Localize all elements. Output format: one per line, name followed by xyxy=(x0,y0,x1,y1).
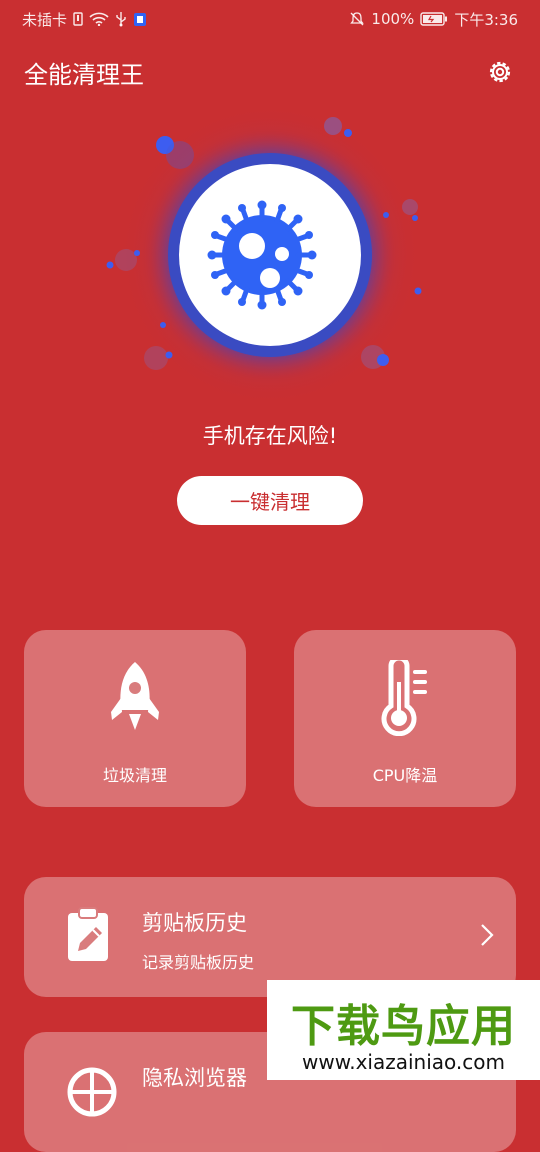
tile-junk-clean[interactable]: 垃圾清理 xyxy=(24,630,246,807)
status-right: 100% 下午3:36 xyxy=(349,9,518,30)
risk-status-text: 手机存在风险! xyxy=(202,424,338,448)
notification-icon xyxy=(133,11,147,27)
card-subtitle-clipboard: 记录剪贴板历史 xyxy=(142,953,255,972)
thermometer-icon xyxy=(381,660,427,736)
browser-icon xyxy=(67,1067,117,1117)
status-left: 未插卡 xyxy=(22,9,147,30)
battery-percent: 100% xyxy=(371,10,415,28)
app-title: 全能清理王 xyxy=(24,60,144,89)
watermark: 下载鸟应用 www.xiazainiao.com xyxy=(267,980,540,1080)
browser-icon-wrap xyxy=(66,1066,118,1122)
battery-icon xyxy=(420,12,448,26)
rocket-icon xyxy=(111,662,159,730)
app-header: 全能清理王 xyxy=(24,52,516,92)
virus-icon xyxy=(207,200,317,310)
watermark-logo-text: 下载鸟应用 xyxy=(291,1001,516,1052)
settings-button[interactable] xyxy=(484,56,516,88)
card-title-browser: 隐私浏览器 xyxy=(142,1066,247,1090)
card-title-clipboard: 剪贴板历史 xyxy=(142,911,247,935)
hero-graphic xyxy=(90,105,450,405)
rocket-icon-wrap xyxy=(24,660,246,736)
mute-icon xyxy=(349,11,365,27)
tile-label-junk: 垃圾清理 xyxy=(102,766,167,785)
one-click-clean-button[interactable]: 一键清理 xyxy=(177,476,363,525)
status-time: 下午3:36 xyxy=(454,10,518,29)
gear-icon xyxy=(489,61,511,83)
status-bar: 未插卡 100% 下午3:36 xyxy=(0,0,540,38)
wifi-icon xyxy=(89,12,109,26)
thermometer-icon-wrap xyxy=(294,660,516,736)
clipboard-icon xyxy=(68,907,108,961)
usb-icon xyxy=(115,11,127,27)
card-clipboard-history[interactable]: 剪贴板历史 记录剪贴板历史 xyxy=(24,877,516,997)
watermark-url: www.xiazainiao.com xyxy=(302,1050,505,1074)
clipboard-icon-wrap xyxy=(66,907,110,967)
virus-graphic xyxy=(106,105,422,405)
tile-cpu-cool[interactable]: CPU降温 xyxy=(294,630,516,807)
tile-label-cpu: CPU降温 xyxy=(372,766,438,785)
carrier-text: 未插卡 xyxy=(22,10,68,29)
chevron-right-icon xyxy=(480,923,494,951)
sim-icon xyxy=(73,12,83,26)
